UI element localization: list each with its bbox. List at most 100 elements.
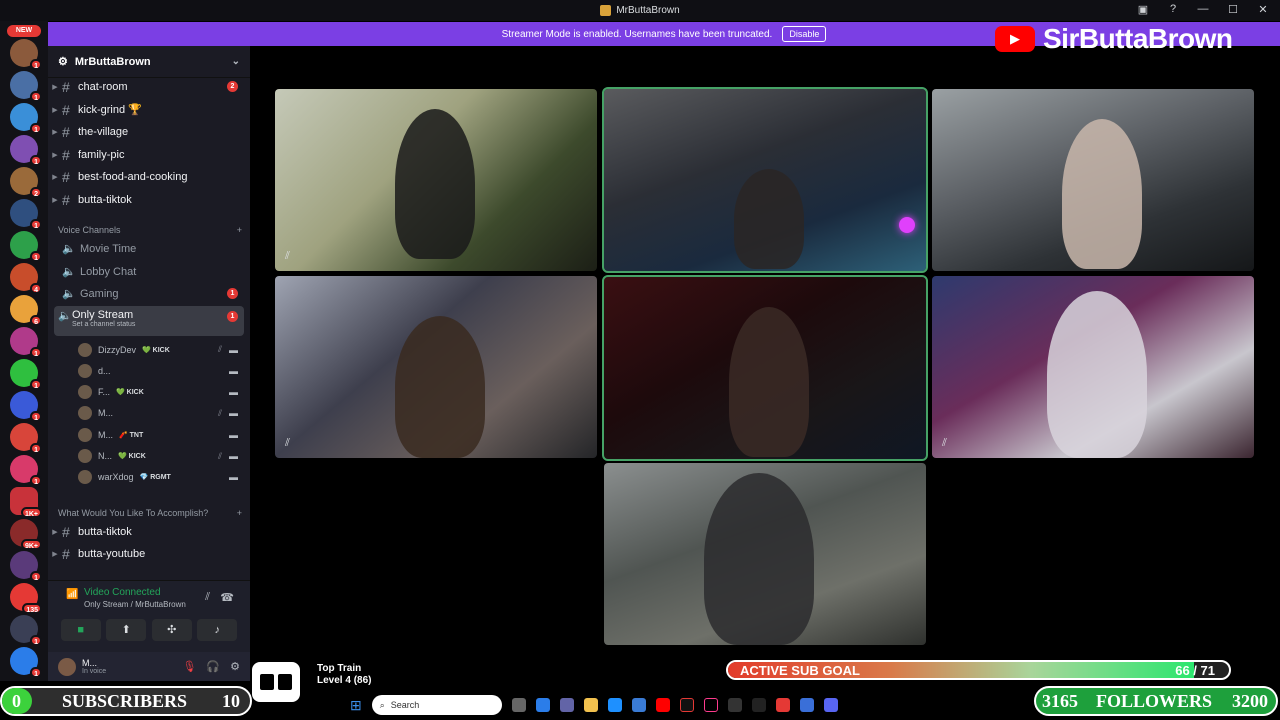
- server-icon[interactable]: 2: [10, 167, 42, 198]
- voice-user-name: F...: [98, 387, 111, 398]
- channel-status[interactable]: Set a channel status: [72, 321, 135, 328]
- video-tile[interactable]: ⫽: [932, 276, 1254, 458]
- channel-label: Gaming: [80, 287, 119, 300]
- channel-kick-grind[interactable]: ▶ # kick-grind 🏆: [48, 99, 250, 120]
- server-icon[interactable]: 1: [10, 391, 42, 422]
- minimize-button[interactable]: —: [1196, 3, 1210, 16]
- server-icon[interactable]: 1: [10, 103, 42, 134]
- category-voice-channels[interactable]: Voice Channels +: [58, 225, 242, 235]
- app-icon-red[interactable]: [775, 698, 790, 712]
- voice-user-tag: 🧨 TNT: [119, 431, 144, 439]
- camera-button[interactable]: ■: [60, 619, 101, 641]
- voice-user[interactable]: F... 💚 KICK ▬: [78, 382, 246, 403]
- category-accomplish[interactable]: What Would You Like To Accomplish? +: [58, 508, 242, 518]
- voice-user[interactable]: DizzyDev 💚 KICK ▬ ⫽: [78, 339, 246, 360]
- server-rail: NEW 1 1 1 1 2 1 1 4 6 1 1 1 1 1 1K+ 9K+ 1 135 1 1: [0, 21, 48, 681]
- tiktok-icon[interactable]: [703, 698, 718, 712]
- voice-channel-gaming[interactable]: 🔈 Gaming 1: [48, 283, 250, 304]
- add-channel-icon[interactable]: +: [237, 225, 242, 235]
- close-button[interactable]: ✕: [1256, 3, 1270, 16]
- server-icon[interactable]: 4: [10, 263, 42, 294]
- taskbar-search[interactable]: ⌕ Search: [371, 695, 502, 715]
- server-icon[interactable]: 1: [10, 647, 42, 678]
- voice-channel-only-stream[interactable]: 🔈 Only Stream Set a channel status 1: [54, 306, 244, 336]
- video-tile-speaking[interactable]: [602, 87, 928, 273]
- server-icon[interactable]: 9K+: [10, 519, 42, 550]
- soundboard-button[interactable]: ♪: [197, 619, 238, 641]
- channel-label: Movie Time: [80, 242, 137, 255]
- video-tile-speaking[interactable]: [602, 275, 928, 461]
- server-badge: 1: [30, 411, 42, 422]
- mute-mic-icon[interactable]: 🎙: [182, 660, 196, 673]
- server-icon[interactable]: 1: [10, 455, 42, 486]
- add-channel-icon[interactable]: +: [237, 508, 242, 518]
- disconnect-icon[interactable]: ☎: [220, 591, 234, 604]
- server-icon[interactable]: 1: [10, 231, 42, 262]
- server-icon[interactable]: 1: [10, 39, 42, 70]
- windows-start-icon[interactable]: ⊞: [350, 697, 362, 714]
- copilot-icon[interactable]: [535, 698, 550, 712]
- sub-goal-value: 66 / 71: [1175, 663, 1215, 678]
- voice-channel-lobby-chat[interactable]: 🔈 Lobby Chat: [48, 261, 250, 282]
- screen-share-button[interactable]: ⬆: [106, 619, 147, 641]
- maximize-button[interactable]: ☐: [1226, 3, 1240, 16]
- server-badge: 1: [30, 379, 42, 390]
- server-badge: 1: [30, 347, 42, 358]
- task-view-icon[interactable]: [511, 698, 526, 712]
- channel-butta-youtube[interactable]: ▶ # butta-youtube: [48, 543, 250, 564]
- video-tile[interactable]: ⫽: [275, 276, 597, 458]
- guild-header[interactable]: ⚙ MrButtaBrown ⌄: [48, 46, 250, 78]
- voice-channel-movie-time[interactable]: 🔈 Movie Time: [48, 238, 250, 259]
- edge-icon[interactable]: [607, 698, 622, 712]
- collapse-arrow-icon: ▶: [52, 528, 58, 536]
- voice-user[interactable]: M... ▬ ⫽: [78, 403, 246, 424]
- video-tile[interactable]: [932, 89, 1254, 271]
- server-icon[interactable]: 135: [10, 583, 42, 614]
- channel-butta-tiktok-2[interactable]: ▶ # butta-tiktok: [48, 521, 250, 542]
- channel-chat-room[interactable]: ▶ # chat-room 2: [48, 76, 250, 97]
- voice-user[interactable]: M... 🧨 TNT ▬: [78, 424, 246, 445]
- server-icon[interactable]: 1: [10, 71, 42, 102]
- obs-icon[interactable]: [727, 698, 742, 712]
- server-icon[interactable]: 1: [10, 615, 42, 646]
- avatar[interactable]: [58, 657, 76, 676]
- noise-suppression-icon[interactable]: ⫽: [205, 591, 210, 604]
- voice-user[interactable]: d... ▬: [78, 360, 246, 381]
- voice-user[interactable]: warXdog 💎 RGMT ▬: [78, 467, 246, 488]
- video-tile[interactable]: [604, 463, 926, 645]
- channel-family-pic[interactable]: ▶ # family-pic: [48, 144, 250, 165]
- server-icon[interactable]: 1: [10, 199, 42, 230]
- discord-icon[interactable]: [823, 698, 838, 712]
- server-icon[interactable]: 6: [10, 295, 42, 326]
- video-tile[interactable]: ⫽: [275, 89, 597, 271]
- voice-user[interactable]: N... 💚 KICK ▬ ⫽: [78, 446, 246, 467]
- teams-icon[interactable]: [559, 698, 574, 712]
- screen-share-icon: ⬆: [121, 624, 131, 636]
- app-icon-blue[interactable]: [799, 698, 814, 712]
- inbox-icon[interactable]: ▣: [1136, 3, 1150, 16]
- channel-best-food[interactable]: ▶ # best-food-and-cooking: [48, 166, 250, 187]
- disable-streamer-mode-button[interactable]: Disable: [782, 26, 827, 42]
- channel-the-village[interactable]: ▶ # the-village: [48, 121, 250, 142]
- server-icon[interactable]: 1K+: [10, 487, 42, 518]
- voice-channel-path[interactable]: Only Stream / MrButtaBrown: [84, 600, 186, 609]
- call-of-duty-icon[interactable]: [751, 698, 766, 712]
- mention-badge: 1: [227, 311, 238, 322]
- activities-button[interactable]: ✣: [151, 619, 192, 641]
- server-icon[interactable]: 1: [10, 135, 42, 166]
- server-icon[interactable]: 1: [10, 359, 42, 390]
- server-icon[interactable]: 1: [10, 423, 42, 454]
- settings-gear-icon[interactable]: ⚙: [230, 660, 240, 673]
- terminal-icon[interactable]: [679, 698, 694, 712]
- store-icon[interactable]: [631, 698, 646, 712]
- headphones-icon[interactable]: 🎧: [206, 660, 220, 673]
- file-explorer-icon[interactable]: [583, 698, 598, 712]
- help-icon[interactable]: ?: [1166, 3, 1180, 16]
- youtube-app-icon[interactable]: [655, 698, 670, 712]
- server-icon[interactable]: 1: [10, 327, 42, 358]
- channel-butta-tiktok[interactable]: ▶ # butta-tiktok: [48, 189, 250, 210]
- participant-silhouette: [395, 109, 475, 259]
- speaker-icon: 🔈: [62, 266, 76, 278]
- server-icon[interactable]: 1: [10, 551, 42, 582]
- hash-icon: #: [62, 168, 70, 185]
